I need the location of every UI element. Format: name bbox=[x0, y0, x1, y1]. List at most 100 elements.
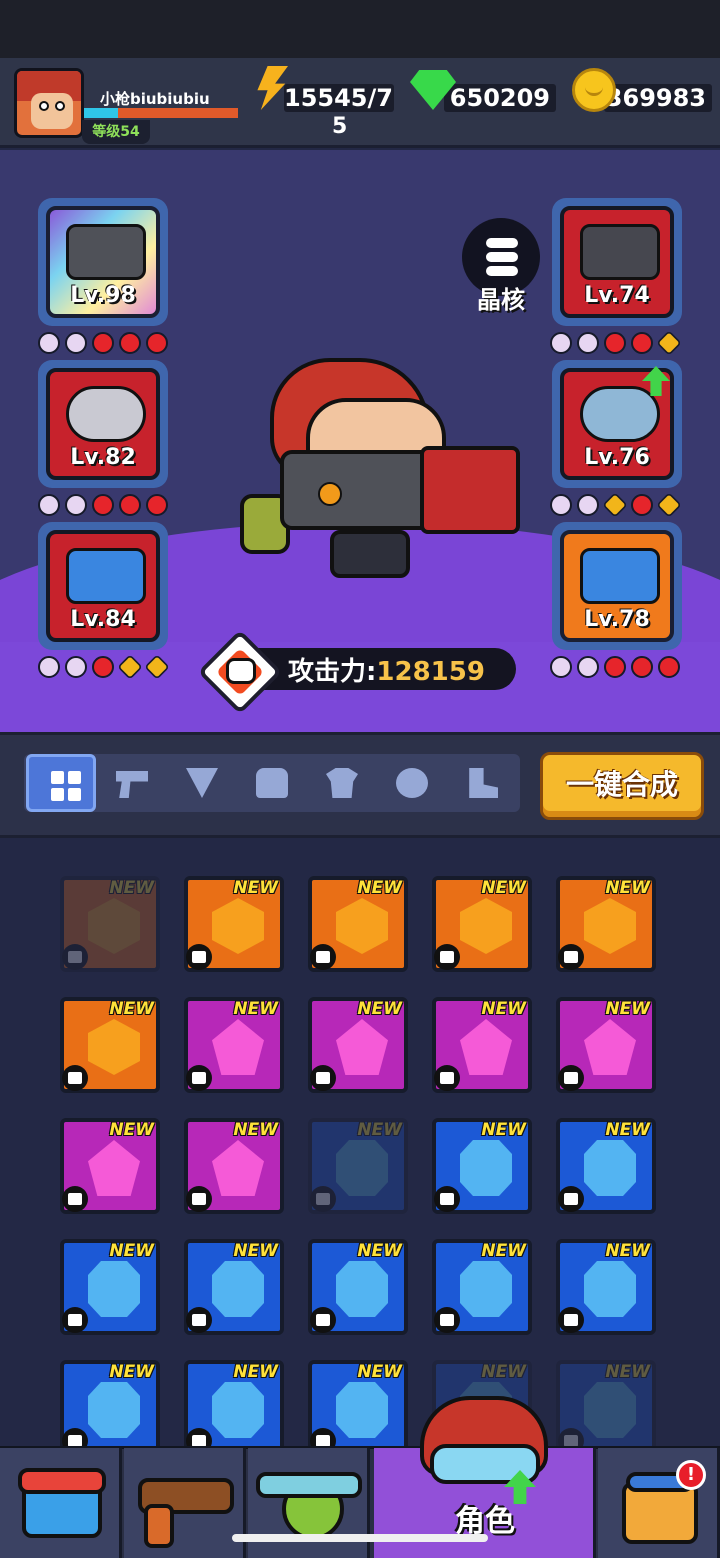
new-badge: NEW bbox=[605, 1362, 650, 1382]
weapon-slot-icon bbox=[310, 1186, 336, 1212]
gear-gem-icon bbox=[460, 1019, 512, 1075]
inventory-item[interactable]: NEW bbox=[432, 997, 532, 1093]
new-badge: NEW bbox=[605, 1241, 650, 1261]
new-badge: NEW bbox=[233, 1362, 278, 1382]
tab-belt[interactable] bbox=[376, 754, 446, 812]
gear-gem-icon bbox=[88, 1261, 140, 1317]
new-badge: NEW bbox=[109, 1120, 154, 1140]
inventory-item[interactable]: NEW bbox=[308, 876, 408, 972]
inventory-item[interactable]: NEW bbox=[556, 876, 656, 972]
home-indicator[interactable] bbox=[232, 1534, 488, 1542]
inventory-item[interactable]: NEW bbox=[432, 1118, 532, 1214]
new-badge: NEW bbox=[481, 878, 526, 898]
inventory-item[interactable]: NEW bbox=[184, 876, 284, 972]
inventory-item[interactable]: NEW bbox=[308, 1239, 408, 1335]
equip-level-armor: Lv.74 bbox=[584, 283, 650, 308]
tab-boots[interactable] bbox=[446, 754, 516, 812]
inventory-item[interactable]: NEW bbox=[432, 876, 532, 972]
inventory-item[interactable]: NEW bbox=[184, 1239, 284, 1335]
inventory-item[interactable]: NEW bbox=[308, 1118, 408, 1214]
nav-weapons[interactable] bbox=[124, 1448, 246, 1558]
boots-icon bbox=[580, 548, 660, 604]
new-badge: NEW bbox=[233, 1241, 278, 1261]
inventory-item[interactable]: NEW bbox=[60, 1239, 160, 1335]
attack-label: 攻击力:128159 bbox=[288, 651, 485, 688]
gear-gem-icon bbox=[584, 1019, 636, 1075]
equip-slot-armor[interactable]: Lv.74 bbox=[552, 198, 682, 326]
equip-slot-necklace[interactable]: Lv.82 bbox=[38, 360, 168, 488]
equip-level-weapon: Lv.98 bbox=[70, 283, 136, 308]
avatar-eye-right bbox=[55, 101, 65, 111]
armor-slot-icon bbox=[310, 1307, 336, 1333]
tab-armor[interactable] bbox=[306, 754, 376, 812]
new-badge: NEW bbox=[109, 999, 154, 1019]
gem-counter[interactable]: 650209 bbox=[444, 84, 556, 112]
armor-slot-icon bbox=[558, 944, 584, 970]
inventory-item[interactable]: NEW bbox=[184, 997, 284, 1093]
inventory-item[interactable]: NEW bbox=[184, 1360, 284, 1448]
glove-slot-icon bbox=[62, 944, 88, 970]
star-dots-armor bbox=[550, 330, 682, 356]
tab-all[interactable] bbox=[26, 754, 96, 812]
hero-character[interactable] bbox=[240, 358, 530, 590]
inventory-item[interactable]: NEW bbox=[556, 1239, 656, 1335]
player-level: 等级54 bbox=[82, 120, 150, 144]
new-badge: NEW bbox=[109, 1362, 154, 1382]
avatar-face bbox=[31, 93, 73, 129]
inventory-item[interactable]: NEW bbox=[184, 1118, 284, 1214]
equip-slot-glove[interactable]: Lv.84 bbox=[38, 522, 168, 650]
inventory-item[interactable]: NEW bbox=[432, 1239, 532, 1335]
equip-slot-weapon[interactable]: Lv.98 bbox=[38, 198, 168, 326]
gear-gem-icon bbox=[584, 1261, 636, 1317]
player-name: 小枪biubiubiu bbox=[100, 90, 210, 108]
pistol-icon bbox=[116, 771, 148, 798]
inventory-item[interactable]: NEW bbox=[60, 1360, 160, 1448]
gear-gem-icon bbox=[212, 1382, 264, 1438]
inventory-item[interactable]: NEW bbox=[60, 1118, 160, 1214]
gear-gem-icon bbox=[460, 898, 512, 954]
necklace-slot-icon bbox=[186, 1186, 212, 1212]
star-dots-boots bbox=[550, 656, 680, 678]
merge-all-button[interactable]: 一键合成 bbox=[540, 752, 704, 820]
gear-gem-icon bbox=[584, 1140, 636, 1196]
status-bar bbox=[0, 0, 720, 58]
inventory-item[interactable]: NEW bbox=[60, 997, 160, 1093]
new-badge: NEW bbox=[233, 1120, 278, 1140]
armor-slot-icon bbox=[186, 1307, 212, 1333]
belt-slot-icon bbox=[186, 1428, 212, 1448]
xp-bar bbox=[84, 108, 238, 118]
tab-glove[interactable] bbox=[236, 754, 306, 812]
belt-slot-icon bbox=[310, 1428, 336, 1448]
glove-slot-icon bbox=[434, 944, 460, 970]
armor-icon bbox=[580, 224, 660, 280]
necklace-icon bbox=[186, 768, 218, 798]
star-dots-belt bbox=[550, 492, 682, 518]
coin-counter[interactable]: 369983 bbox=[604, 84, 712, 112]
gear-gem-icon bbox=[336, 1019, 388, 1075]
tab-weapon[interactable] bbox=[96, 754, 166, 812]
necklace-slot-icon bbox=[186, 1065, 212, 1091]
inventory-item[interactable]: NEW bbox=[556, 997, 656, 1093]
inventory-item[interactable]: NEW bbox=[308, 1360, 408, 1448]
new-badge: NEW bbox=[233, 999, 278, 1019]
inventory-item[interactable]: NEW bbox=[60, 876, 160, 972]
nav-shop[interactable] bbox=[0, 1448, 122, 1558]
notification-badge: ! bbox=[676, 1460, 706, 1490]
inventory-item[interactable]: NEW bbox=[308, 997, 408, 1093]
energy-counter[interactable]: 15545/7 bbox=[284, 84, 394, 112]
inventory-item[interactable]: NEW bbox=[556, 1360, 656, 1448]
xp-bar-fill bbox=[84, 108, 238, 118]
attack-label-text: 攻击力: bbox=[288, 657, 377, 687]
pacman-decal-icon bbox=[318, 482, 342, 506]
necklace-slot-icon bbox=[62, 1065, 88, 1091]
player-avatar[interactable] bbox=[14, 68, 84, 138]
hero-cannon-barrel bbox=[420, 446, 520, 534]
gear-gem-icon bbox=[460, 1261, 512, 1317]
new-badge: NEW bbox=[605, 1120, 650, 1140]
equip-slot-boots[interactable]: Lv.78 bbox=[552, 522, 682, 650]
cannon-icon bbox=[66, 224, 146, 280]
inventory-item[interactable]: NEW bbox=[556, 1118, 656, 1214]
armor-slot-icon bbox=[310, 944, 336, 970]
tab-necklace[interactable] bbox=[166, 754, 236, 812]
boots-slot-icon bbox=[62, 1428, 88, 1448]
